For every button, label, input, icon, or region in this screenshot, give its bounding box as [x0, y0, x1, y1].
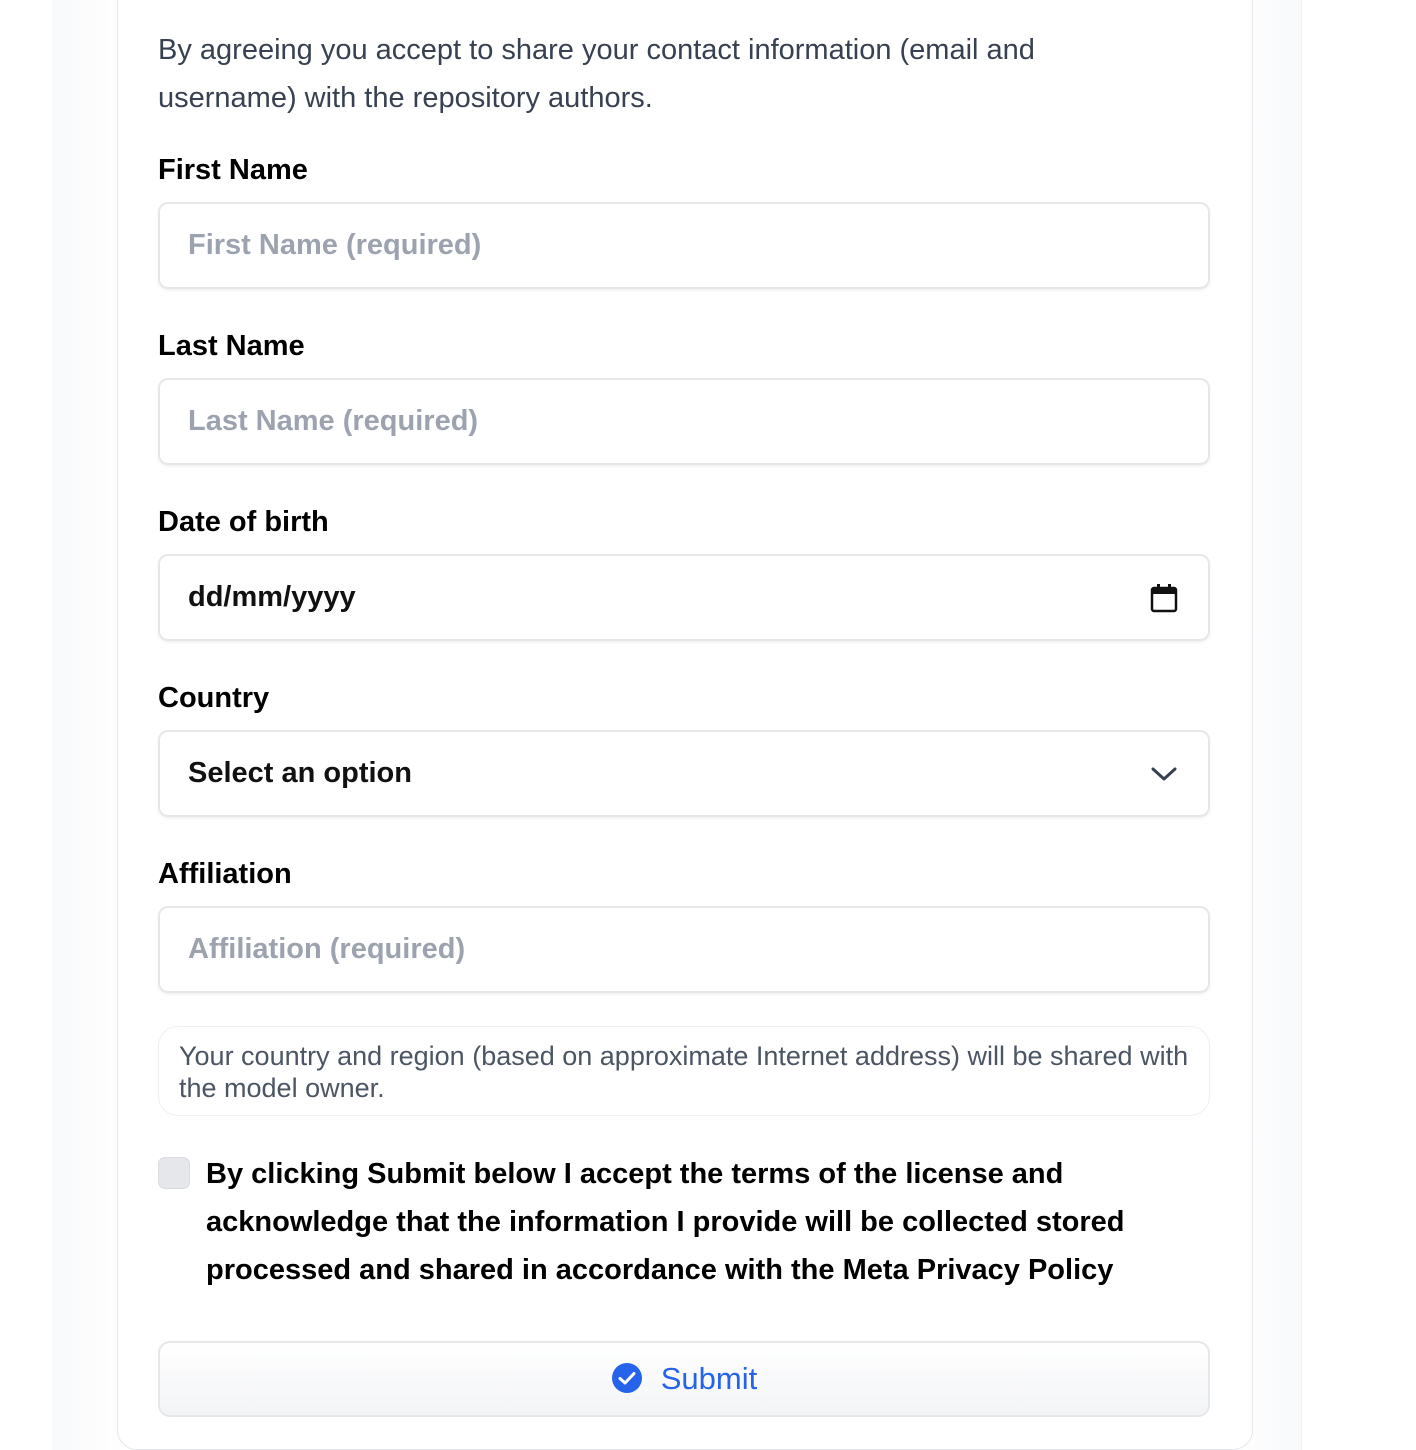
date-of-birth-field[interactable]: dd/mm/yyyy	[158, 554, 1210, 641]
affiliation-input[interactable]	[188, 933, 1180, 966]
last-name-label: Last Name	[158, 330, 305, 362]
consent-label[interactable]: By clicking Submit below I accept the te…	[206, 1150, 1166, 1294]
intro-text: By agreeing you accept to share your con…	[158, 34, 1035, 114]
chevron-down-icon[interactable]	[1148, 758, 1180, 790]
country-selected-value[interactable]: Select an option	[188, 757, 1148, 790]
check-circle-icon	[611, 1362, 643, 1397]
submit-button[interactable]: Submit	[158, 1341, 1210, 1417]
country-select[interactable]: Select an option	[158, 730, 1210, 817]
first-name-label: First Name	[158, 154, 308, 186]
first-name-input[interactable]	[188, 229, 1180, 262]
consent-checkbox[interactable]	[158, 1157, 190, 1189]
affiliation-field[interactable]	[158, 906, 1210, 993]
first-name-field[interactable]	[158, 202, 1210, 289]
date-of-birth-value[interactable]: dd/mm/yyyy	[188, 581, 1148, 614]
country-label: Country	[158, 682, 270, 714]
consent-row: By clicking Submit below I accept the te…	[158, 1150, 1210, 1294]
affiliation-label: Affiliation	[158, 858, 292, 890]
last-name-field[interactable]	[158, 378, 1210, 465]
date-of-birth-label: Date of birth	[158, 506, 329, 538]
submit-label: Submit	[660, 1361, 758, 1396]
last-name-input[interactable]	[188, 405, 1180, 438]
calendar-icon[interactable]	[1148, 582, 1180, 614]
location-sharing-notice: Your country and region (based on approx…	[158, 1026, 1210, 1116]
